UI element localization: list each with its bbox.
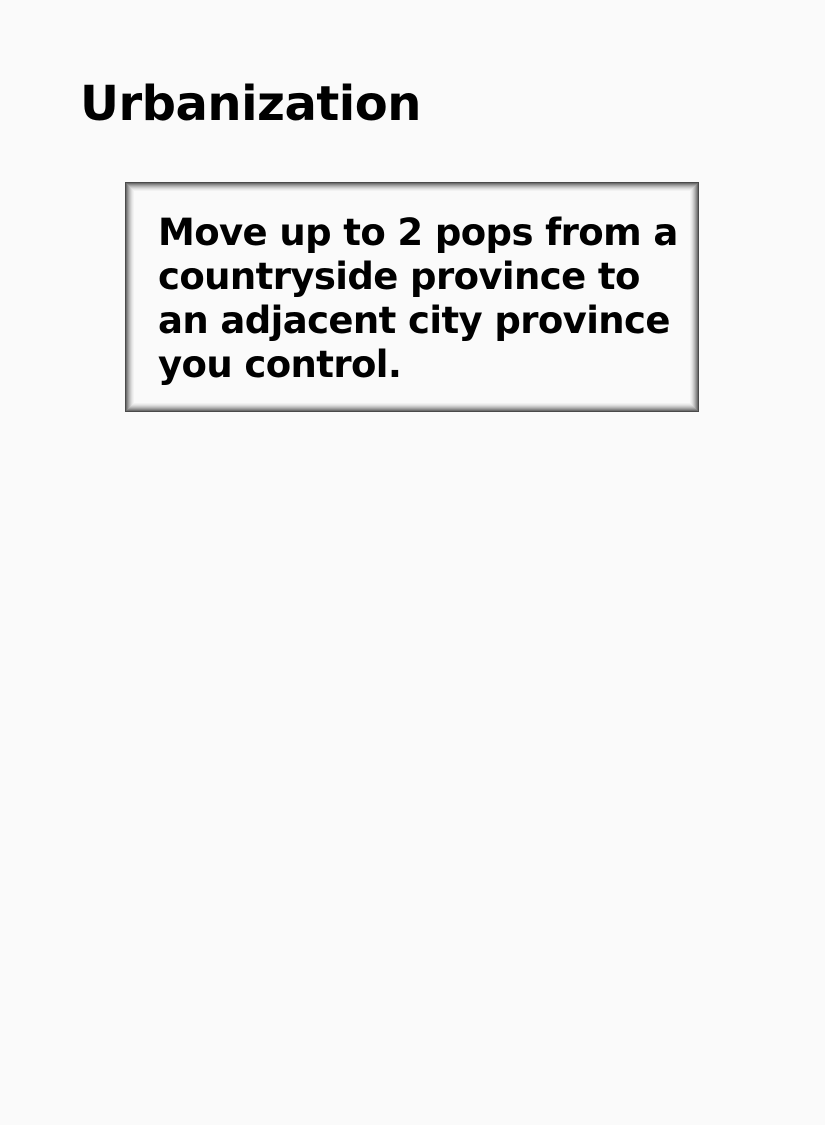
effect-text: Move up to 2 pops from a countryside pro… [158, 211, 678, 386]
card-title: Urbanization [80, 76, 421, 132]
effect-text-box: Move up to 2 pops from a countryside pro… [125, 182, 699, 412]
